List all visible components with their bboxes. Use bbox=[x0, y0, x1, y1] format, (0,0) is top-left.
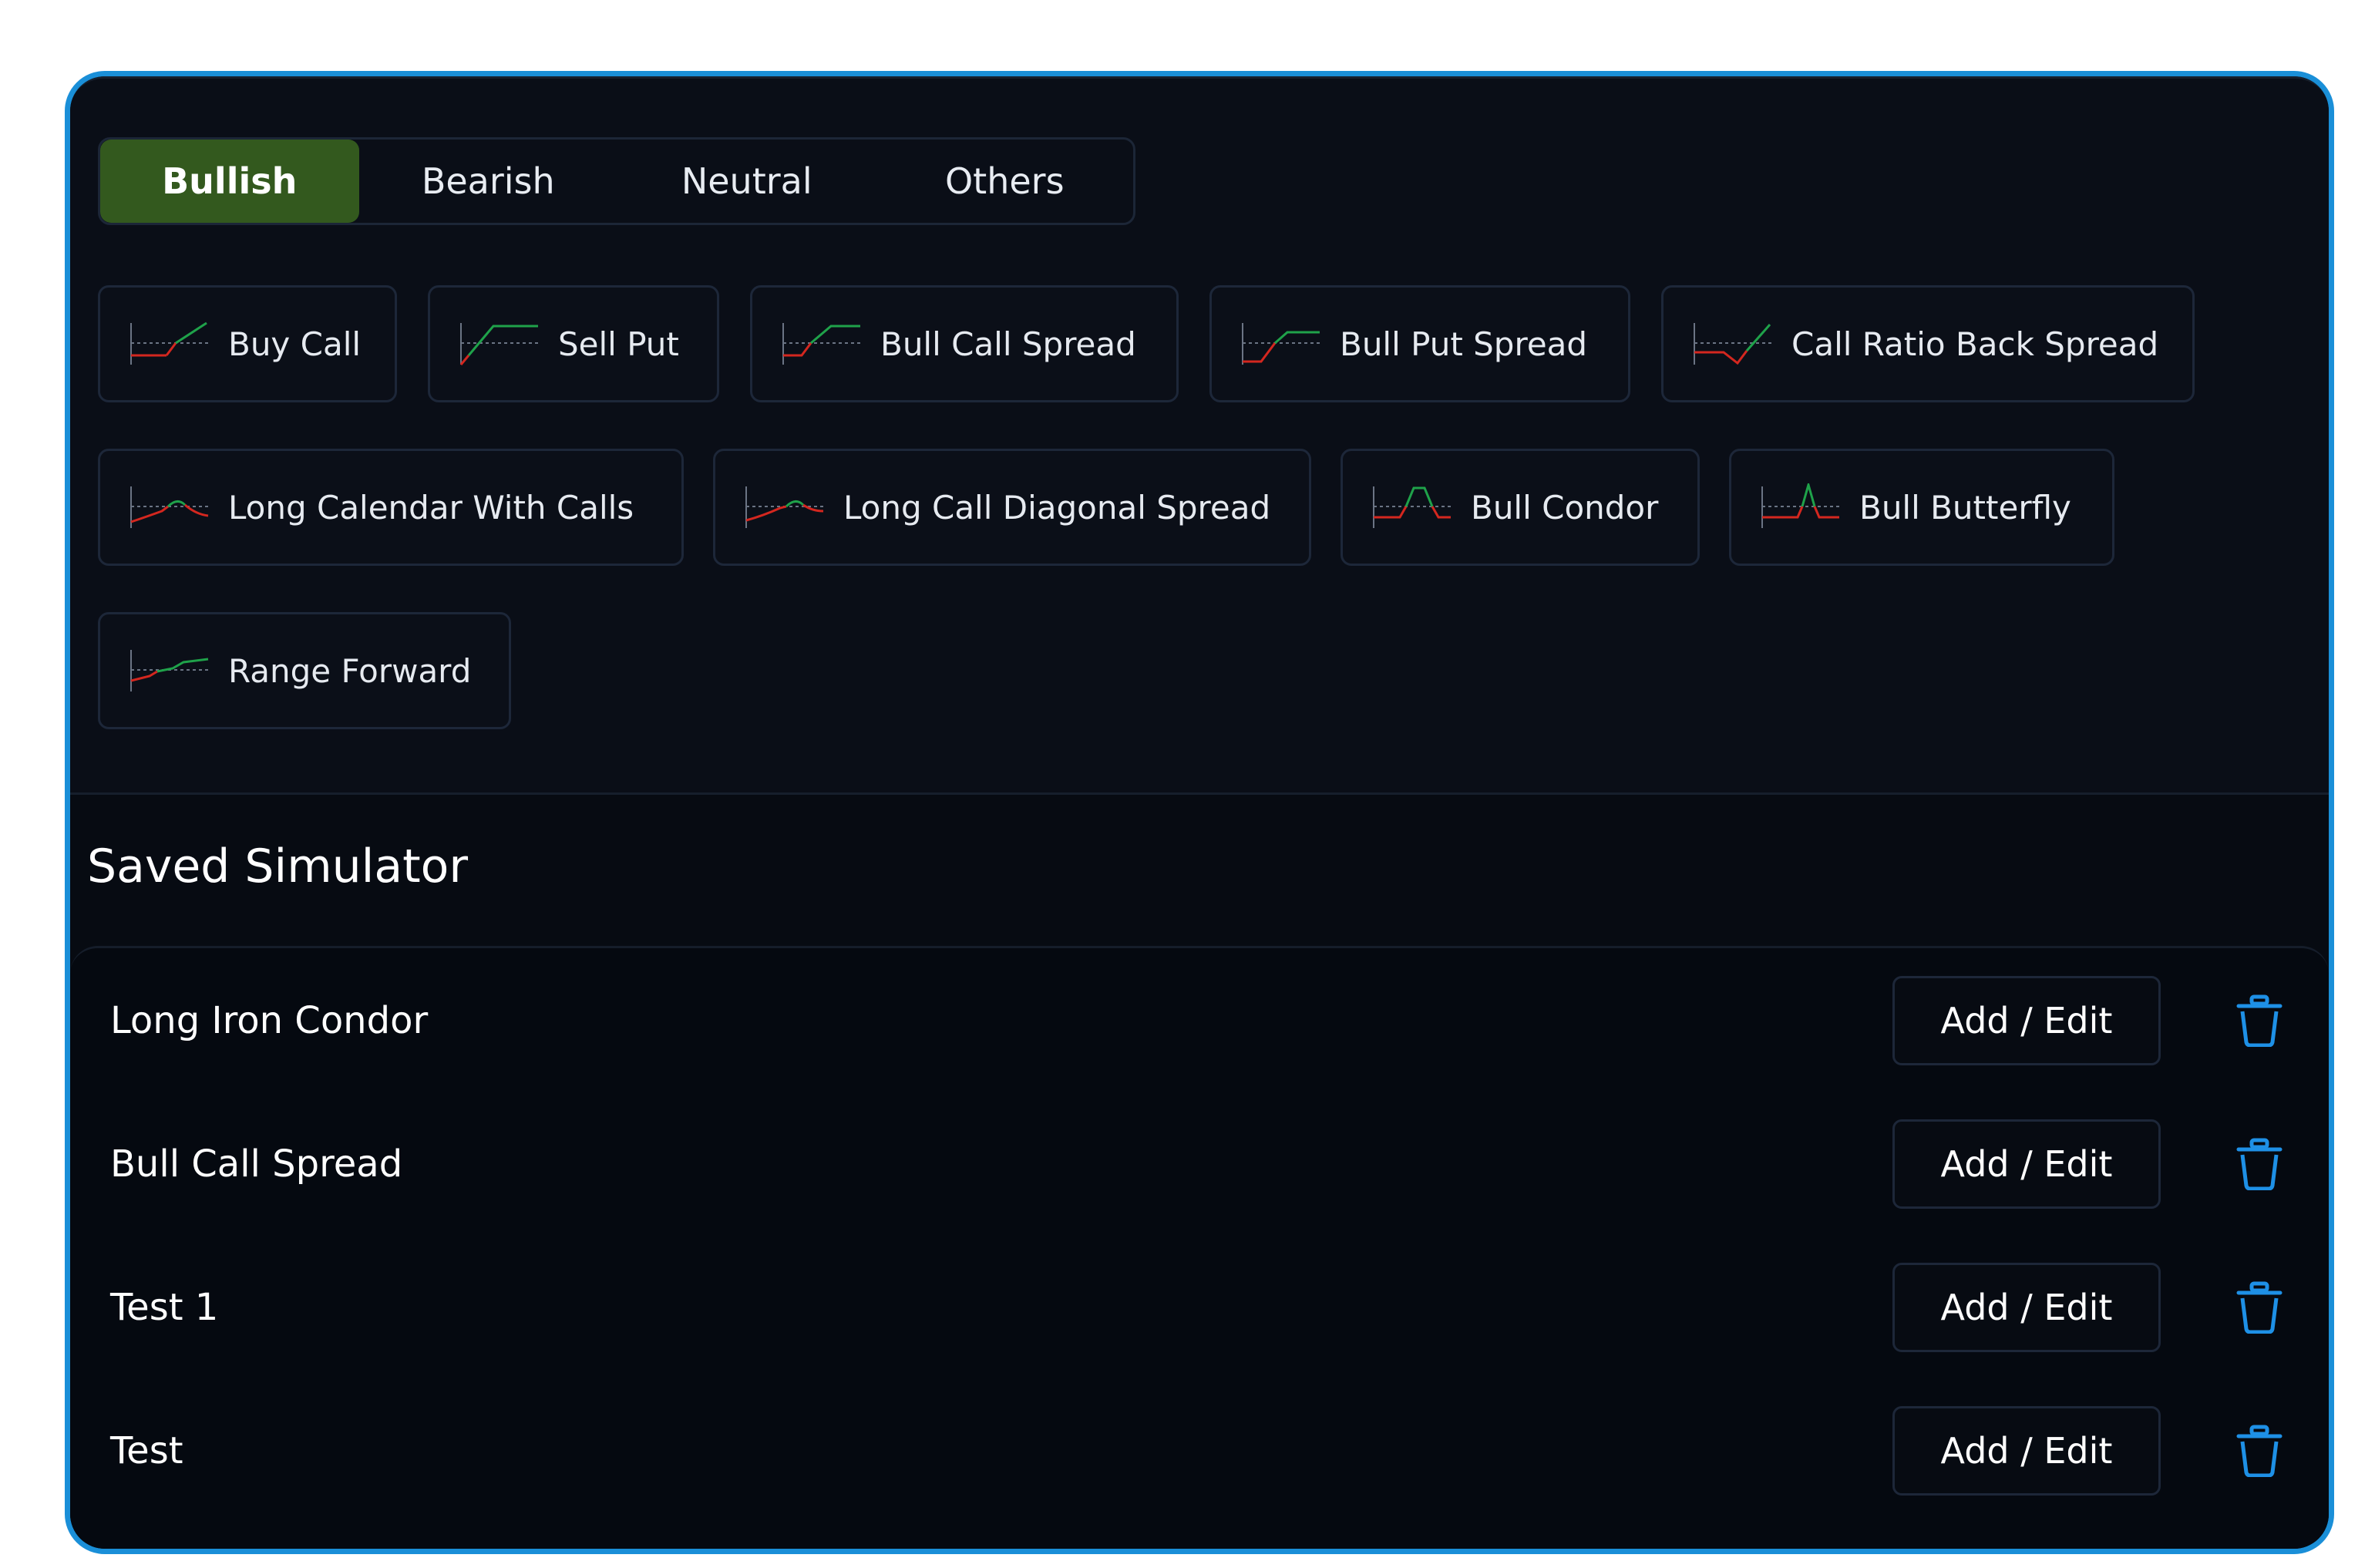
tab-bearish[interactable]: Bearish bbox=[359, 140, 618, 223]
bull-condor-payoff-icon bbox=[1373, 486, 1451, 528]
saved-row: Bull Call Spread Add / Edit bbox=[70, 1119, 2329, 1212]
trash-icon[interactable] bbox=[2235, 1281, 2284, 1334]
strategy-label: Sell Put bbox=[558, 325, 679, 363]
long-call-diagonal-payoff-icon bbox=[745, 486, 824, 528]
saved-row: Test 1 Add / Edit bbox=[70, 1263, 2329, 1355]
strategy-label: Bull Call Spread bbox=[880, 325, 1136, 363]
strategy-long-calendar-with-calls[interactable]: Long Calendar With Calls bbox=[98, 449, 684, 566]
range-forward-payoff-icon bbox=[130, 650, 209, 691]
strategy-buy-call[interactable]: Buy Call bbox=[98, 285, 397, 402]
add-edit-button[interactable]: Add / Edit bbox=[1892, 976, 2161, 1065]
strategy-range-forward[interactable]: Range Forward bbox=[98, 612, 511, 729]
tab-others[interactable]: Others bbox=[876, 140, 1134, 223]
strategy-label: Bull Condor bbox=[1471, 488, 1659, 527]
saved-simulator-list: Long Iron Condor Add / Edit Bull Call Sp… bbox=[70, 946, 2329, 1549]
strategy-bull-call-spread[interactable]: Bull Call Spread bbox=[750, 285, 1179, 402]
strategy-label: Range Forward bbox=[228, 651, 472, 690]
strategy-label: Bull Put Spread bbox=[1340, 325, 1588, 363]
trash-icon[interactable] bbox=[2235, 1138, 2284, 1190]
tab-bullish[interactable]: Bullish bbox=[100, 140, 359, 223]
strategy-label: Bull Butterfly bbox=[1859, 488, 2071, 527]
saved-row: Long Iron Condor Add / Edit bbox=[70, 976, 2329, 1068]
strategy-bull-butterfly[interactable]: Bull Butterfly bbox=[1729, 449, 2114, 566]
add-edit-button[interactable]: Add / Edit bbox=[1892, 1406, 2161, 1496]
trash-icon[interactable] bbox=[2235, 994, 2284, 1047]
strategy-long-call-diagonal-spread[interactable]: Long Call Diagonal Spread bbox=[713, 449, 1311, 566]
sentiment-tabs: Bullish Bearish Neutral Others bbox=[98, 137, 1135, 225]
saved-item-name: Long Iron Condor bbox=[110, 999, 429, 1042]
saved-row: Test Add / Edit bbox=[70, 1406, 2329, 1499]
long-calendar-payoff-icon bbox=[130, 486, 209, 528]
strategy-label: Long Calendar With Calls bbox=[228, 488, 634, 527]
saved-item-name: Test bbox=[110, 1429, 183, 1472]
saved-item-name: Test 1 bbox=[110, 1286, 219, 1329]
strategy-label: Long Call Diagonal Spread bbox=[843, 488, 1271, 527]
strategy-label: Buy Call bbox=[228, 325, 362, 363]
strategy-section: Bullish Bearish Neutral Others Buy Call bbox=[70, 76, 2329, 795]
add-edit-button[interactable]: Add / Edit bbox=[1892, 1263, 2161, 1352]
bull-put-spread-payoff-icon bbox=[1242, 323, 1320, 365]
buy-call-payoff-icon bbox=[130, 321, 208, 365]
saved-simulator-title: Saved Simulator bbox=[87, 840, 469, 893]
tab-neutral[interactable]: Neutral bbox=[617, 140, 876, 223]
saved-item-name: Bull Call Spread bbox=[110, 1142, 403, 1186]
trash-icon[interactable] bbox=[2235, 1425, 2284, 1477]
strategy-bull-condor[interactable]: Bull Condor bbox=[1341, 449, 1700, 566]
strategy-sell-put[interactable]: Sell Put bbox=[428, 285, 719, 402]
strategy-call-ratio-back-spread[interactable]: Call Ratio Back Spread bbox=[1661, 285, 2195, 402]
strategy-label: Call Ratio Back Spread bbox=[1791, 325, 2159, 363]
bull-call-spread-payoff-icon bbox=[782, 323, 860, 365]
call-ratio-back-spread-payoff-icon bbox=[1694, 323, 1771, 365]
bull-butterfly-payoff-icon bbox=[1761, 483, 1839, 528]
sell-put-payoff-icon bbox=[459, 323, 538, 365]
add-edit-button[interactable]: Add / Edit bbox=[1892, 1119, 2161, 1209]
strategy-bull-put-spread[interactable]: Bull Put Spread bbox=[1209, 285, 1630, 402]
strategy-builder-panel: Bullish Bearish Neutral Others Buy Call bbox=[65, 71, 2334, 1554]
